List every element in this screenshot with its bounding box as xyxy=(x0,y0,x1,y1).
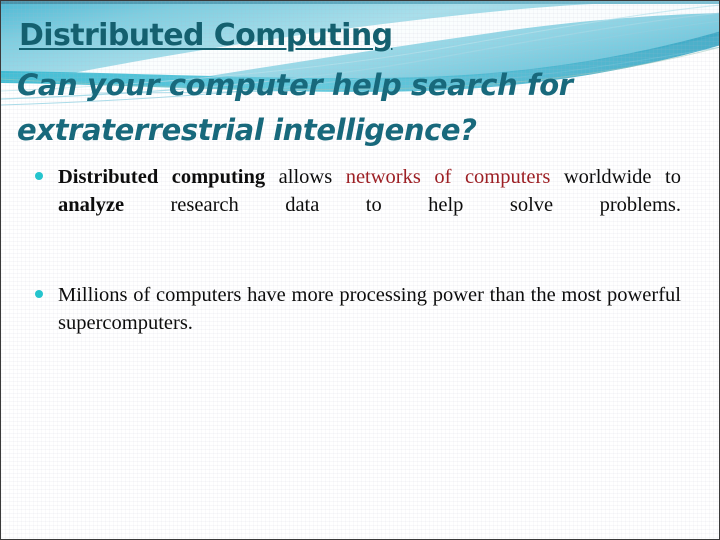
slide-title: Distributed Computing xyxy=(19,18,393,53)
bullet-1-middle: worldwide to xyxy=(550,166,681,188)
subtitle-line-2: extraterrestrial intelligence? xyxy=(17,113,477,147)
bullet-1-after-lead: allows xyxy=(265,166,346,188)
slide-canvas: Distributed Computing Can your computer … xyxy=(0,0,720,540)
subtitle-line-1: Can your computer help search for xyxy=(17,68,573,102)
bullet-1-emphasis: analyze xyxy=(58,194,125,216)
bullet-dot-icon xyxy=(35,172,43,180)
list-item: Millions of computers have more processi… xyxy=(31,281,681,365)
bullet-text-1: Distributed computing allows networks of… xyxy=(58,163,681,247)
bullet-text-2: Millions of computers have more processi… xyxy=(58,284,681,334)
bullet-list: Distributed computing allows networks of… xyxy=(31,163,681,365)
bullet-1-highlight: networks of computers xyxy=(345,166,551,188)
slide-content: Distributed Computing Can your computer … xyxy=(1,1,719,539)
list-item: Distributed computing allows networks of… xyxy=(31,163,681,247)
bullet-1-lead-bold: Distributed computing xyxy=(58,166,266,188)
bullet-1-tail: research data to help solve problems. xyxy=(124,194,681,216)
bullet-dot-icon xyxy=(35,290,43,298)
slide-subtitle: Can your computer help search for extrat… xyxy=(17,63,657,153)
